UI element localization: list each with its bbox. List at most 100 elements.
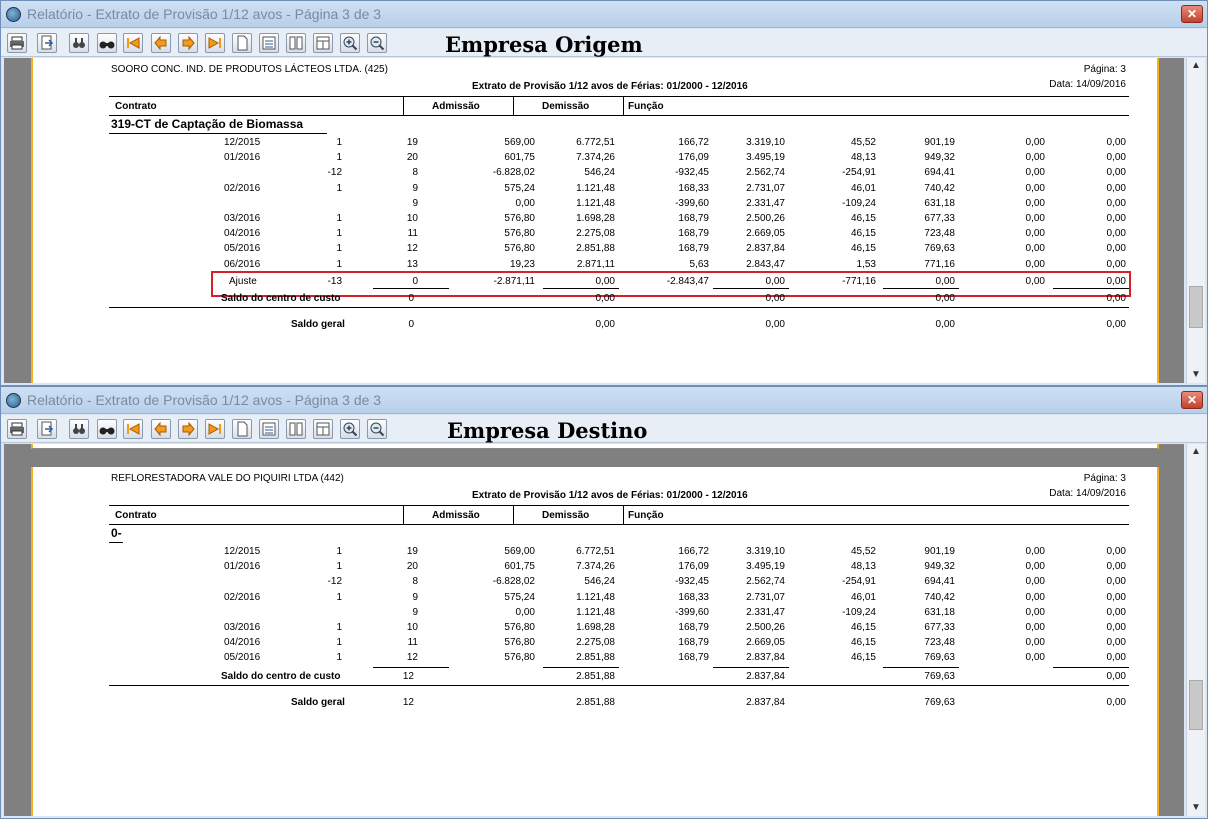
two-pages-icon[interactable]	[286, 33, 306, 53]
app-icon	[6, 7, 21, 22]
report-viewport[interactable]: REFLORESTADORA VALE DO PIQUIRI LTDA (442…	[4, 444, 1184, 816]
period-cell: 12/2015	[224, 137, 261, 148]
sum-rule	[1053, 288, 1129, 289]
print-icon[interactable]	[7, 33, 27, 53]
value-cell: 901,19	[924, 137, 955, 148]
value-cell: 0,00	[1025, 576, 1045, 588]
value-cell: 1	[336, 561, 342, 573]
value-cell: 2.837,84	[746, 243, 785, 255]
value-cell: 0,00	[1106, 258, 1126, 270]
scroll-thumb[interactable]	[1189, 680, 1203, 730]
prev-page-icon[interactable]	[151, 419, 171, 439]
subtotal-count: 12	[402, 670, 414, 682]
first-page-icon[interactable]	[123, 33, 143, 53]
value-cell: 2.562,74	[746, 576, 785, 588]
title-bar[interactable]: Relatório - Extrato de Provisão 1/12 avo…	[1, 387, 1207, 414]
find-icon[interactable]	[69, 33, 89, 53]
value-cell: 0,00	[1025, 258, 1045, 270]
value-cell: 0,00	[1106, 137, 1126, 148]
value-cell: 569,00	[504, 546, 535, 557]
scroll-up-icon[interactable]: ▲	[1187, 444, 1205, 460]
find-icon[interactable]	[69, 419, 89, 439]
scroll-thumb[interactable]	[1189, 286, 1203, 328]
value-cell: 1.121,48	[576, 606, 615, 618]
header-bottom-rule	[109, 524, 1129, 525]
grand-total-value: 0,00	[595, 319, 615, 330]
vertical-scrollbar[interactable]: ▲ ▼	[1186, 444, 1205, 816]
value-cell: 11	[407, 228, 418, 240]
next-page-icon[interactable]	[178, 33, 198, 53]
period-cell: 03/2016	[224, 622, 261, 633]
zoom-out-icon[interactable]	[367, 33, 387, 53]
vertical-scrollbar[interactable]: ▲ ▼	[1186, 58, 1205, 383]
value-cell: 0,00	[1025, 167, 1045, 179]
header-top-rule	[109, 96, 1129, 97]
scroll-down-icon[interactable]: ▼	[1187, 367, 1205, 383]
page-width-icon[interactable]	[259, 33, 279, 53]
value-cell: 1.121,48	[576, 197, 615, 209]
value-cell: 2.837,84	[746, 652, 785, 664]
value-cell: 46,01	[850, 182, 876, 194]
last-page-icon[interactable]	[205, 33, 225, 53]
scroll-up-icon[interactable]: ▲	[1187, 58, 1205, 74]
period-cell: 12/2015	[224, 546, 261, 557]
value-cell: 46,15	[850, 243, 876, 255]
value-cell: 10	[406, 622, 418, 633]
page-width-icon[interactable]	[259, 419, 279, 439]
period-cell: 05/2016	[224, 243, 261, 255]
subtotal-value: 0,00	[935, 293, 955, 304]
report-date: Data: 14/09/2016	[1049, 488, 1126, 499]
value-cell: 168,79	[678, 637, 709, 649]
value-cell: 166,72	[678, 546, 709, 557]
zoom-in-icon[interactable]	[340, 33, 360, 53]
close-button[interactable]: ✕	[1181, 5, 1203, 23]
value-cell: 0,00	[1106, 576, 1126, 588]
grand-total-value: 0,00	[935, 319, 955, 330]
multi-page-icon[interactable]	[313, 419, 333, 439]
value-cell: 0,00	[1025, 228, 1045, 240]
close-button[interactable]: ✕	[1181, 391, 1203, 409]
title-bar[interactable]: Relatório - Extrato de Provisão 1/12 avo…	[1, 1, 1207, 28]
find-next-icon[interactable]	[97, 419, 117, 439]
value-cell: -109,24	[842, 197, 876, 209]
value-cell: 9	[412, 182, 418, 194]
value-cell: 723,48	[924, 228, 955, 240]
value-cell: 901,19	[924, 546, 955, 557]
last-page-icon[interactable]	[205, 419, 225, 439]
value-cell: 723,48	[924, 637, 955, 649]
zoom-in-icon[interactable]	[340, 419, 360, 439]
page-icon[interactable]	[232, 33, 252, 53]
scroll-down-icon[interactable]: ▼	[1187, 800, 1205, 816]
multi-page-icon[interactable]	[313, 33, 333, 53]
export-icon[interactable]	[37, 419, 57, 439]
value-cell: -254,91	[842, 167, 876, 179]
company-name: SOORO CONC. IND. DE PRODUTOS LÁCTEOS LTD…	[111, 64, 388, 75]
report-title: Extrato de Provisão 1/12 avos de Férias:…	[472, 81, 748, 92]
first-page-icon[interactable]	[123, 419, 143, 439]
sum-rule	[543, 288, 619, 289]
window-title: Relatório - Extrato de Provisão 1/12 avo…	[27, 6, 382, 22]
subtotal-label: Saldo do centro de custo	[221, 293, 341, 304]
toolbar: Empresa Origem	[1, 29, 1207, 57]
value-cell: 2.275,08	[576, 228, 615, 240]
value-cell: 677,33	[924, 622, 955, 633]
export-icon[interactable]	[37, 33, 57, 53]
report-viewport[interactable]: SOORO CONC. IND. DE PRODUTOS LÁCTEOS LTD…	[4, 58, 1184, 383]
value-cell: 0,00	[1106, 622, 1126, 633]
value-cell: 48,13	[850, 561, 876, 573]
page-icon[interactable]	[232, 419, 252, 439]
value-cell: 569,00	[504, 137, 535, 148]
find-next-icon[interactable]	[97, 33, 117, 53]
value-cell: 45,52	[850, 137, 876, 148]
section-separator	[109, 307, 1129, 308]
subtotal-count: 0	[408, 293, 414, 304]
zoom-out-icon[interactable]	[367, 419, 387, 439]
two-pages-icon[interactable]	[286, 419, 306, 439]
value-cell: -399,60	[675, 197, 709, 209]
prev-page-icon[interactable]	[151, 33, 171, 53]
value-cell: 576,80	[504, 213, 535, 224]
print-icon[interactable]	[7, 419, 27, 439]
next-page-icon[interactable]	[178, 419, 198, 439]
section-title: 319-CT de Captação de Biomassa	[111, 117, 304, 131]
value-cell: 46,01	[850, 591, 876, 603]
